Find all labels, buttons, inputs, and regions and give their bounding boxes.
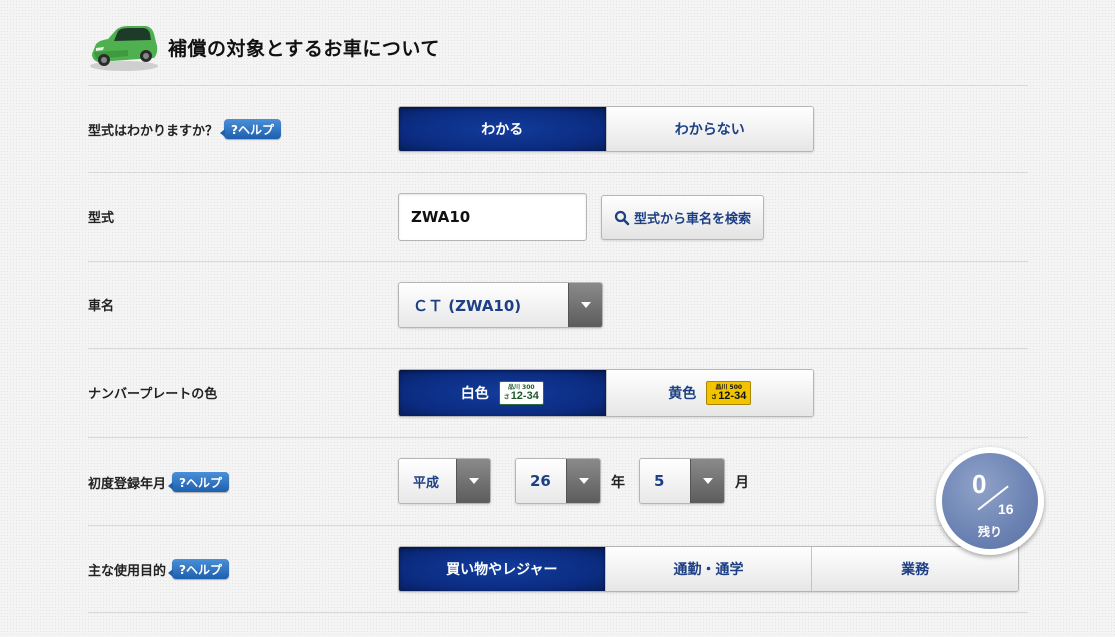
usage-toggle: 買い物やレジャー 通勤・通学 業務 xyxy=(398,546,1019,592)
car-name-select[interactable]: ＣＴ (ZWA10) xyxy=(398,282,603,328)
month-select[interactable]: 5 xyxy=(639,458,725,504)
car-name-label-group: 車名 xyxy=(88,292,114,316)
divider xyxy=(88,261,1028,262)
chevron-down-icon xyxy=(568,283,602,327)
usage-leisure-button[interactable]: 買い物やレジャー xyxy=(399,547,605,591)
katashiki-known-label-group: 型式はわかりますか？ ?ヘルプ xyxy=(88,117,281,141)
usage-label-group: 主な使用目的 ?ヘルプ xyxy=(88,557,229,581)
plate-color-toggle: 白色 品川 300 さ12-34 黄色 品川 500 さ12-34 xyxy=(398,369,814,417)
remaining-counter-face: 0 16 残り xyxy=(942,453,1038,549)
yellow-plate-icon: 品川 500 さ12-34 xyxy=(706,381,752,405)
car-name-label: 車名 xyxy=(88,298,115,314)
section-header: 補償の対象とするお車について xyxy=(88,22,440,72)
divider xyxy=(88,612,1028,613)
chevron-down-icon xyxy=(456,459,490,503)
search-icon xyxy=(614,210,630,225)
plate-kana: さ xyxy=(503,394,510,401)
divider xyxy=(88,172,1028,173)
divider xyxy=(88,437,1028,438)
year-select[interactable]: 26 xyxy=(515,458,601,504)
first-registration-label-group: 初度登録年月 ?ヘルプ xyxy=(88,470,229,494)
era-select[interactable]: 平成 xyxy=(398,458,491,504)
katashiki-label: 型式 xyxy=(88,210,115,226)
chevron-down-icon xyxy=(690,459,724,503)
white-plate-icon: 品川 300 さ12-34 xyxy=(498,381,544,405)
remaining-label: 残り xyxy=(977,525,1002,539)
katashiki-known-toggle: わかる わからない xyxy=(398,106,814,152)
era-value: 平成 xyxy=(413,475,440,491)
month-value: 5 xyxy=(654,472,665,490)
year-unit: 年 xyxy=(611,475,625,491)
search-by-katashiki-button[interactable]: 型式から車名を検索 xyxy=(601,195,764,240)
help-button[interactable]: ?ヘルプ xyxy=(168,559,229,579)
help-button[interactable]: ?ヘルプ xyxy=(168,472,229,492)
plate-yellow-button[interactable]: 黄色 品川 500 さ12-34 xyxy=(605,370,813,416)
katashiki-known-label: 型式はわかりますか？ xyxy=(88,123,219,139)
remaining-counter: 0 16 残り xyxy=(936,447,1044,555)
help-button[interactable]: ?ヘルプ xyxy=(220,119,281,139)
remaining-count: 0 xyxy=(972,469,987,499)
total-count: 16 xyxy=(998,501,1014,517)
divider xyxy=(88,348,1028,349)
plate-number: 12-34 xyxy=(718,389,747,402)
year-value: 26 xyxy=(530,472,551,490)
option-known-button[interactable]: わかる xyxy=(399,107,606,151)
plate-number: 12-34 xyxy=(510,389,539,402)
plate-white-label: 白色 xyxy=(460,386,489,402)
chevron-down-icon xyxy=(566,459,600,503)
plate-white-button[interactable]: 白色 品川 300 さ12-34 xyxy=(399,370,606,416)
page-title: 補償の対象とするお車について xyxy=(168,37,440,60)
car-icon xyxy=(90,26,158,71)
katashiki-label-group: 型式 xyxy=(88,204,114,228)
divider xyxy=(88,85,1028,86)
car-name-value: ＣＴ (ZWA10) xyxy=(413,296,522,315)
search-button-label: 型式から車名を検索 xyxy=(633,212,751,227)
month-unit: 月 xyxy=(735,475,749,491)
option-unknown-button[interactable]: わからない xyxy=(605,107,813,151)
katashiki-input[interactable]: ZWA10 xyxy=(398,193,587,241)
usage-commute-button[interactable]: 通勤・通学 xyxy=(604,547,812,591)
usage-label: 主な使用目的 xyxy=(88,563,167,579)
first-registration-label: 初度登録年月 xyxy=(88,476,167,492)
plate-kana: さ xyxy=(711,394,718,401)
plate-yellow-label: 黄色 xyxy=(668,386,697,402)
plate-color-label: ナンバープレートの色 xyxy=(88,386,218,402)
plate-color-label-group: ナンバープレートの色 xyxy=(88,380,217,404)
divider xyxy=(88,525,1028,526)
